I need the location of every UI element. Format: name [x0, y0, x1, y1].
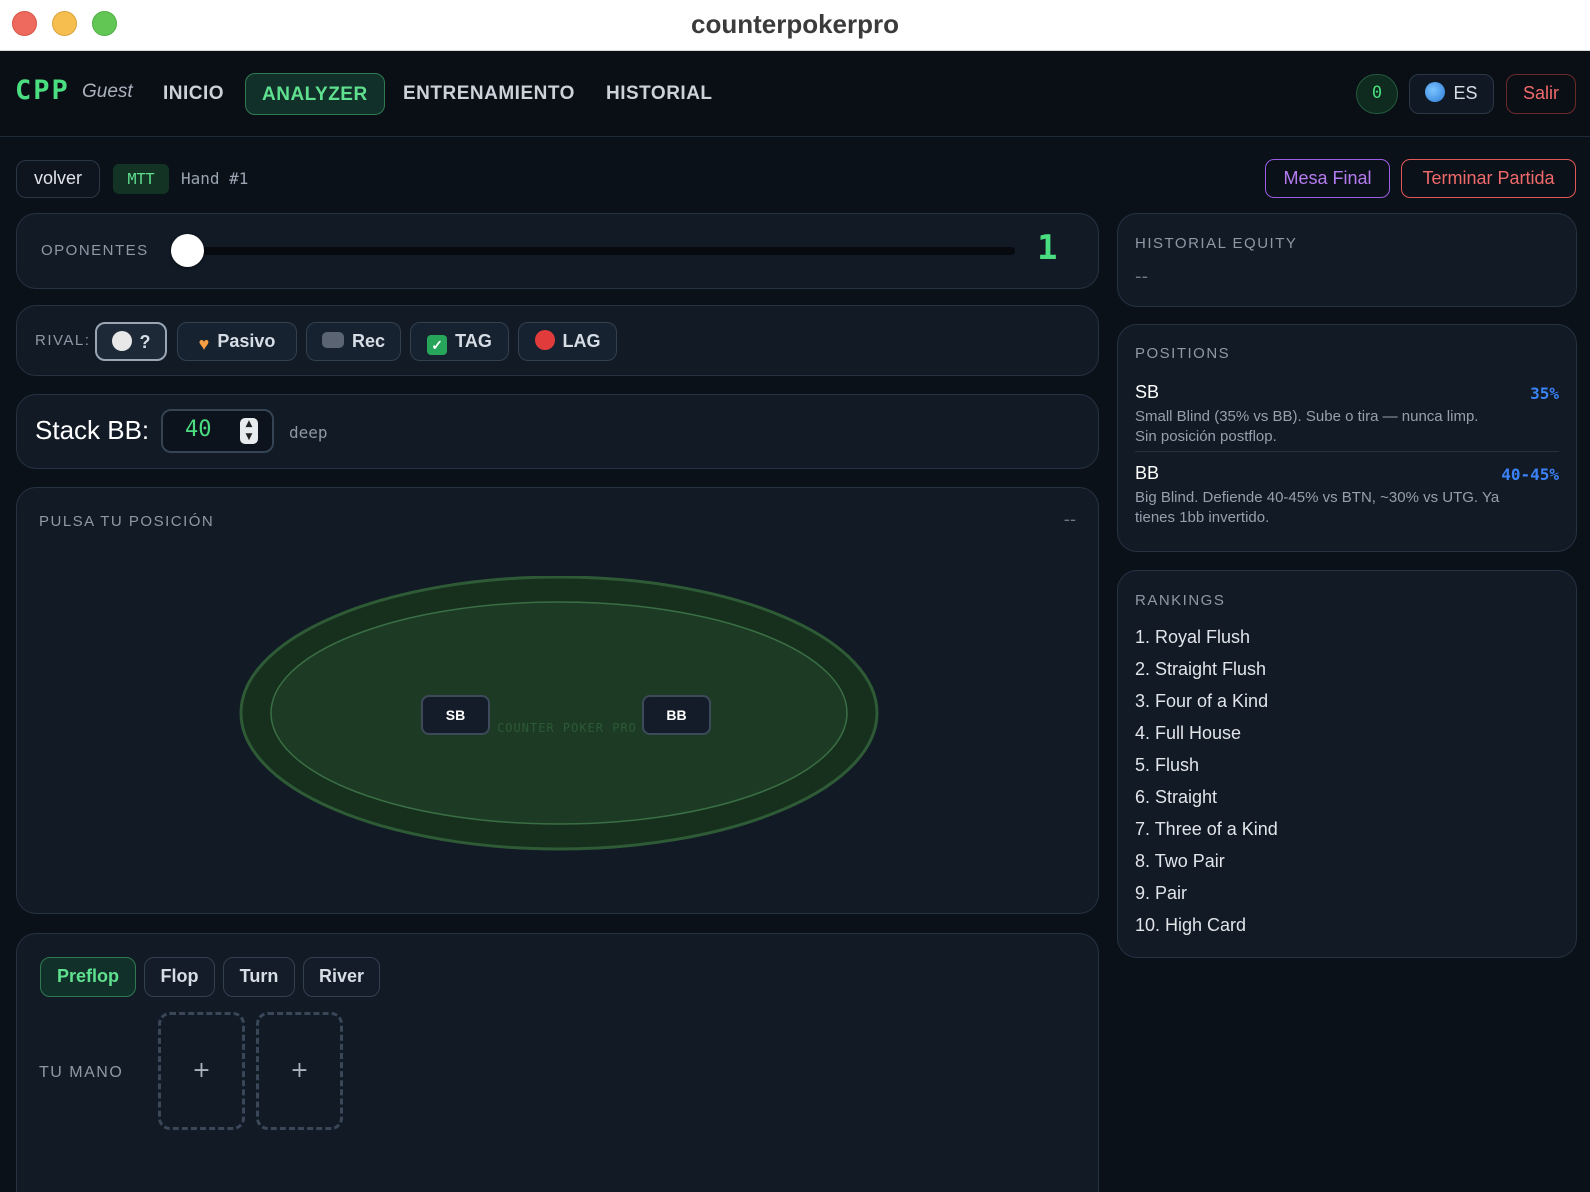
- tab-flop[interactable]: Flop: [144, 957, 215, 997]
- check-mark-icon: ✓: [427, 335, 448, 355]
- end-game-button[interactable]: Terminar Partida: [1401, 159, 1576, 198]
- opponents-label: OPONENTES: [41, 242, 149, 259]
- top-nav: CPP Guest INICIO ANALYZER ENTRENAMIENTO …: [0, 51, 1590, 137]
- white-circle-icon: [111, 331, 132, 351]
- rankings-label: RANKINGS: [1135, 592, 1226, 609]
- mode-badge: MTT: [113, 164, 169, 194]
- positions-panel: POSITIONS SB 35% Small Blind (35% vs BB)…: [1117, 324, 1577, 552]
- tab-preflop[interactable]: Preflop: [40, 957, 136, 997]
- stack-panel: Stack BB: 40 ▲ ▼ deep: [16, 394, 1099, 469]
- rival-option-rec[interactable]: Rec: [306, 322, 401, 361]
- table-felt-text: COUNTER POKER PRO: [497, 721, 637, 735]
- hand-number: Hand #1: [181, 169, 249, 188]
- nav-inicio[interactable]: INICIO: [147, 73, 240, 115]
- language-label: ES: [1453, 83, 1478, 103]
- rival-option-pasivo[interactable]: ♥ Pasivo: [177, 322, 297, 361]
- nav-entrenamiento[interactable]: ENTRENAMIENTO: [387, 73, 591, 115]
- rival-option-label: TAG: [455, 331, 492, 351]
- app-logo[interactable]: CPP: [15, 75, 70, 106]
- ranking-item: 6. Straight: [1135, 787, 1218, 807]
- nav-analyzer[interactable]: ANALYZER: [245, 73, 385, 115]
- position-pct: 40-45%: [1501, 465, 1559, 484]
- ranking-item: 1. Royal Flush: [1135, 627, 1251, 647]
- tab-river[interactable]: River: [303, 957, 380, 997]
- opponents-panel: OPONENTES 1: [16, 213, 1099, 289]
- language-button[interactable]: ES: [1409, 74, 1494, 114]
- red-circle-icon: [534, 330, 555, 350]
- orange-heart-icon: ♥: [198, 334, 210, 354]
- back-button[interactable]: volver: [16, 160, 100, 198]
- globe-icon: [1425, 82, 1446, 102]
- opponents-slider-track[interactable]: [185, 247, 1015, 255]
- rival-option-tag[interactable]: ✓ TAG: [410, 322, 509, 361]
- rankings-panel: RANKINGS 1. Royal Flush 2. Straight Flus…: [1117, 570, 1577, 958]
- card-slot-2[interactable]: +: [256, 1012, 343, 1130]
- final-table-button[interactable]: Mesa Final: [1265, 159, 1390, 198]
- tab-turn[interactable]: Turn: [223, 957, 295, 997]
- position-item-bb: BB 40-45% Big Blind. Defiende 40-45% vs …: [1135, 463, 1559, 528]
- rival-option-label: ?: [139, 332, 151, 352]
- position-desc: Big Blind. Defiende 40-45% vs BTN, ~30% …: [1135, 489, 1500, 526]
- chevron-down-icon[interactable]: ▼: [240, 431, 258, 444]
- ranking-item: 7. Three of a Kind: [1135, 819, 1278, 839]
- gamepad-icon: [321, 332, 344, 348]
- position-name: SB: [1135, 382, 1160, 402]
- table-felt: [270, 601, 848, 825]
- divider: [1135, 451, 1559, 452]
- position-pct: 35%: [1530, 384, 1559, 403]
- hand-label: TU MANO: [39, 1064, 124, 1081]
- streets-panel: Preflop Flop Turn River TU MANO + +: [16, 933, 1099, 1192]
- ranking-item: 5. Flush: [1135, 755, 1200, 775]
- window-titlebar: counterpokerpro: [0, 0, 1590, 51]
- logout-button[interactable]: Salir: [1506, 74, 1576, 114]
- ranking-item: 9. Pair: [1135, 883, 1188, 903]
- stack-value: 40: [185, 417, 212, 442]
- rankings-list: 1. Royal Flush 2. Straight Flush 3. Four…: [1135, 623, 1278, 943]
- counter-badge[interactable]: 0: [1356, 74, 1398, 114]
- rival-option-unknown[interactable]: ?: [95, 322, 167, 361]
- stack-depth: deep: [289, 423, 328, 442]
- ranking-item: 8. Two Pair: [1135, 851, 1225, 871]
- stack-stepper[interactable]: ▲ ▼: [240, 418, 258, 444]
- seat-sb[interactable]: SB: [421, 695, 490, 735]
- position-item-sb: SB 35% Small Blind (35% vs BB). Sube o t…: [1135, 382, 1559, 447]
- table-label: PULSA TU POSICIÓN: [39, 513, 215, 530]
- positions-label: POSITIONS: [1135, 345, 1231, 362]
- table-position-value: --: [1063, 510, 1076, 530]
- rival-option-label: Rec: [351, 331, 386, 351]
- seat-bb[interactable]: BB: [642, 695, 711, 735]
- ranking-item: 4. Full House: [1135, 723, 1242, 743]
- ranking-item: 2. Straight Flush: [1135, 659, 1267, 679]
- ranking-item: 3. Four of a Kind: [1135, 691, 1269, 711]
- chevron-up-icon[interactable]: ▲: [240, 418, 258, 431]
- rival-label: RIVAL:: [35, 332, 91, 349]
- rival-option-lag[interactable]: LAG: [518, 322, 617, 361]
- equity-value: --: [1135, 266, 1148, 287]
- stack-label: Stack BB:: [35, 415, 150, 445]
- position-name: BB: [1135, 463, 1160, 483]
- card-slot-1[interactable]: +: [158, 1012, 245, 1130]
- table-panel: PULSA TU POSICIÓN -- COUNTER POKER PRO S…: [16, 487, 1099, 914]
- rival-option-label: Pasivo: [217, 331, 276, 351]
- rival-panel: RIVAL: ? ♥ Pasivo Rec ✓ TAG LAG: [16, 305, 1099, 376]
- equity-panel: HISTORIAL EQUITY --: [1117, 213, 1577, 307]
- position-desc: Small Blind (35% vs BB). Sube o tira — n…: [1135, 408, 1479, 445]
- rival-option-label: LAG: [562, 331, 601, 351]
- ranking-item: 10. High Card: [1135, 915, 1247, 935]
- opponents-value: 1: [1037, 228, 1058, 268]
- opponents-slider-thumb[interactable]: [171, 234, 204, 267]
- nav-historial[interactable]: HISTORIAL: [590, 73, 729, 115]
- user-name: Guest: [82, 81, 133, 102]
- stack-input[interactable]: 40 ▲ ▼: [161, 409, 274, 453]
- window-title: counterpokerpro: [690, 9, 900, 39]
- equity-label: HISTORIAL EQUITY: [1135, 235, 1298, 252]
